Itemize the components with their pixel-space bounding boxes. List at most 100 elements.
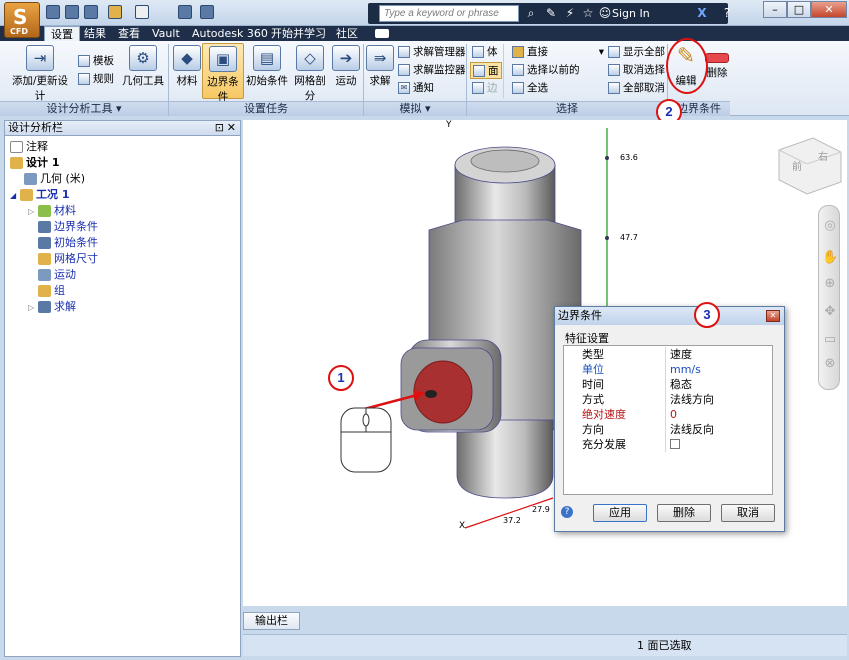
search-input[interactable]: Type a keyword or phrase — [379, 5, 519, 22]
tab-setup[interactable]: 设置 — [44, 26, 80, 41]
user-icon: ☺ — [598, 6, 612, 20]
tree-item-notes[interactable]: 注释 — [10, 139, 98, 155]
mesh-button[interactable]: ◇ 网格剖分 — [290, 45, 330, 103]
exchange-icon[interactable]: X — [695, 6, 709, 20]
zoom-fit-icon[interactable]: ⊗ — [822, 356, 838, 372]
select-face-button[interactable]: 面 — [470, 62, 502, 79]
select-edge-button[interactable]: 边 — [472, 80, 498, 97]
expand-icon[interactable]: ▷ — [28, 300, 38, 316]
notify-button[interactable]: ✉ 通知 — [398, 80, 434, 97]
show-all-button[interactable]: 显示全部 — [608, 44, 665, 61]
tab-community[interactable]: 社区 — [330, 26, 364, 41]
tree-item-scenario[interactable]: ◢ 工况 1 — [10, 187, 98, 203]
add-update-design-button[interactable]: ⇥ 添加/更新设计 — [8, 45, 72, 103]
tab-getting-started[interactable]: 开始并学习 — [265, 26, 332, 41]
template-button[interactable]: 模板 — [78, 53, 114, 70]
tree-item-geometry[interactable]: 几何 (米) — [10, 171, 98, 187]
connect-icon[interactable]: ⚡ — [563, 6, 577, 20]
selected-face[interactable] — [413, 360, 473, 424]
new-icon[interactable] — [135, 5, 149, 19]
selection-mode-dropdown[interactable]: 直接 ▾ — [512, 44, 604, 61]
solve-manager-icon — [398, 46, 410, 58]
minimize-button[interactable]: – — [763, 1, 787, 18]
property-row[interactable]: 单位 mm/s — [564, 362, 772, 377]
output-bar-button[interactable]: 输出栏 — [243, 612, 300, 630]
show-all-icon — [608, 46, 620, 58]
expand-icon[interactable]: ▷ — [28, 204, 38, 220]
select-body-button[interactable]: 体 — [472, 44, 498, 61]
close-icon[interactable]: ✕ — [227, 121, 236, 135]
separator — [503, 44, 504, 98]
mesh-icon — [38, 253, 51, 265]
property-row[interactable]: 方向 法线反向 — [564, 422, 772, 437]
dialog-delete-button[interactable]: 删除 — [657, 504, 711, 522]
pin-icon[interactable]: ⊡ — [215, 121, 224, 135]
viewcube-front-label[interactable]: 前 — [792, 158, 802, 173]
tree-item-motion[interactable]: 运动 — [10, 267, 98, 283]
select-all-button[interactable]: 全选 — [512, 80, 548, 97]
fully-developed-checkbox[interactable] — [670, 439, 680, 449]
solve-monitor-button[interactable]: 求解监控器 — [398, 62, 466, 79]
motion-button[interactable]: ➔ 运动 — [332, 45, 360, 88]
material-button[interactable]: ◆ 材料 — [172, 45, 202, 88]
maximize-button[interactable]: □ — [787, 1, 811, 18]
zoom-icon[interactable]: ⊕ — [822, 276, 838, 292]
property-row[interactable]: 绝对速度 0 — [564, 407, 772, 422]
camera-icon[interactable] — [375, 29, 389, 38]
collapse-icon[interactable]: ◢ — [10, 188, 20, 204]
folder-icon[interactable] — [108, 5, 122, 19]
application-menu-button[interactable]: S CFD — [4, 2, 40, 38]
binoculars-icon[interactable]: ⌕ — [524, 6, 538, 20]
star-icon[interactable]: ☆ — [581, 6, 595, 20]
tree-item-groups[interactable]: 组 — [10, 283, 98, 299]
pan-icon[interactable]: ✋ — [822, 250, 838, 266]
tab-view[interactable]: 查看 — [112, 26, 146, 41]
help-icon[interactable]: ? — [561, 506, 573, 518]
tab-results[interactable]: 结果 — [78, 26, 112, 41]
geometry-tools-button[interactable]: ⚙ 几何工具 — [120, 45, 166, 88]
save-icon[interactable] — [65, 5, 79, 19]
boundary-conditions-button[interactable]: ▣ 边界条件 — [202, 43, 244, 103]
tools-icon[interactable]: ✎ — [544, 6, 558, 20]
group-design-tools[interactable]: 设计分析工具 ▾ — [0, 101, 168, 116]
property-row[interactable]: 时间 稳态 — [564, 377, 772, 392]
direct-icon — [512, 46, 524, 58]
solve-manager-button[interactable]: 求解管理器 — [398, 44, 466, 61]
solve-button[interactable]: ⇛ 求解 — [366, 45, 394, 88]
cancel-button[interactable]: 取消 — [721, 504, 775, 522]
viewcube-right-label[interactable]: 右 — [818, 148, 828, 163]
property-row[interactable]: 类型 速度 — [564, 347, 772, 362]
boundary-conditions-dialog: 边界条件 ✕ 特征设置 类型 速度 单位 mm/s 时间 稳态 方式 法线方向 绝对速度… — [554, 306, 785, 532]
property-row[interactable]: 充分发展 — [564, 437, 772, 452]
view-cube[interactable] — [778, 137, 842, 195]
sign-in-link[interactable]: Sign In — [612, 7, 650, 20]
tree-item-design[interactable]: 设计 1 — [10, 155, 98, 171]
apply-button[interactable]: 应用 — [593, 504, 647, 522]
help-icon[interactable]: ? — [720, 6, 734, 20]
tree-item-initial-conditions[interactable]: 初始条件 — [10, 235, 98, 251]
group-simulation[interactable]: 模拟 ▾ — [364, 101, 466, 116]
view-icon[interactable] — [178, 5, 192, 19]
motion-icon — [38, 269, 51, 281]
layout-icon[interactable] — [200, 5, 214, 19]
tree-item-boundary-conditions[interactable]: 边界条件 — [10, 219, 98, 235]
cancel-all-button[interactable]: 全部取消 — [608, 80, 665, 97]
steering-wheel-icon[interactable]: ◎ — [822, 218, 838, 234]
cancel-selection-button[interactable]: 取消选择 — [608, 62, 665, 79]
tree-item-material[interactable]: ▷ 材料 — [10, 203, 98, 219]
initial-conditions-button[interactable]: ▤ 初始条件 — [246, 45, 288, 88]
dialog-close-button[interactable]: ✕ — [766, 310, 780, 322]
select-previous-button[interactable]: 选择以前的 — [512, 62, 580, 79]
tree-item-mesh-size[interactable]: 网格尺寸 — [10, 251, 98, 267]
tree-item-solve[interactable]: ▷ 求解 — [10, 299, 98, 315]
look-at-icon[interactable]: ▭ — [822, 332, 838, 348]
property-row[interactable]: 方式 法线方向 — [564, 392, 772, 407]
logo-label: CFD — [10, 27, 28, 36]
tab-vault[interactable]: Vault — [146, 26, 186, 41]
rules-button[interactable]: 规则 — [78, 71, 114, 88]
open-icon[interactable] — [46, 5, 60, 19]
save-as-icon[interactable] — [84, 5, 98, 19]
tab-autodesk360[interactable]: Autodesk 360 — [186, 26, 274, 41]
orbit-icon[interactable]: ✥ — [822, 304, 838, 320]
close-button[interactable]: ✕ — [811, 1, 847, 18]
